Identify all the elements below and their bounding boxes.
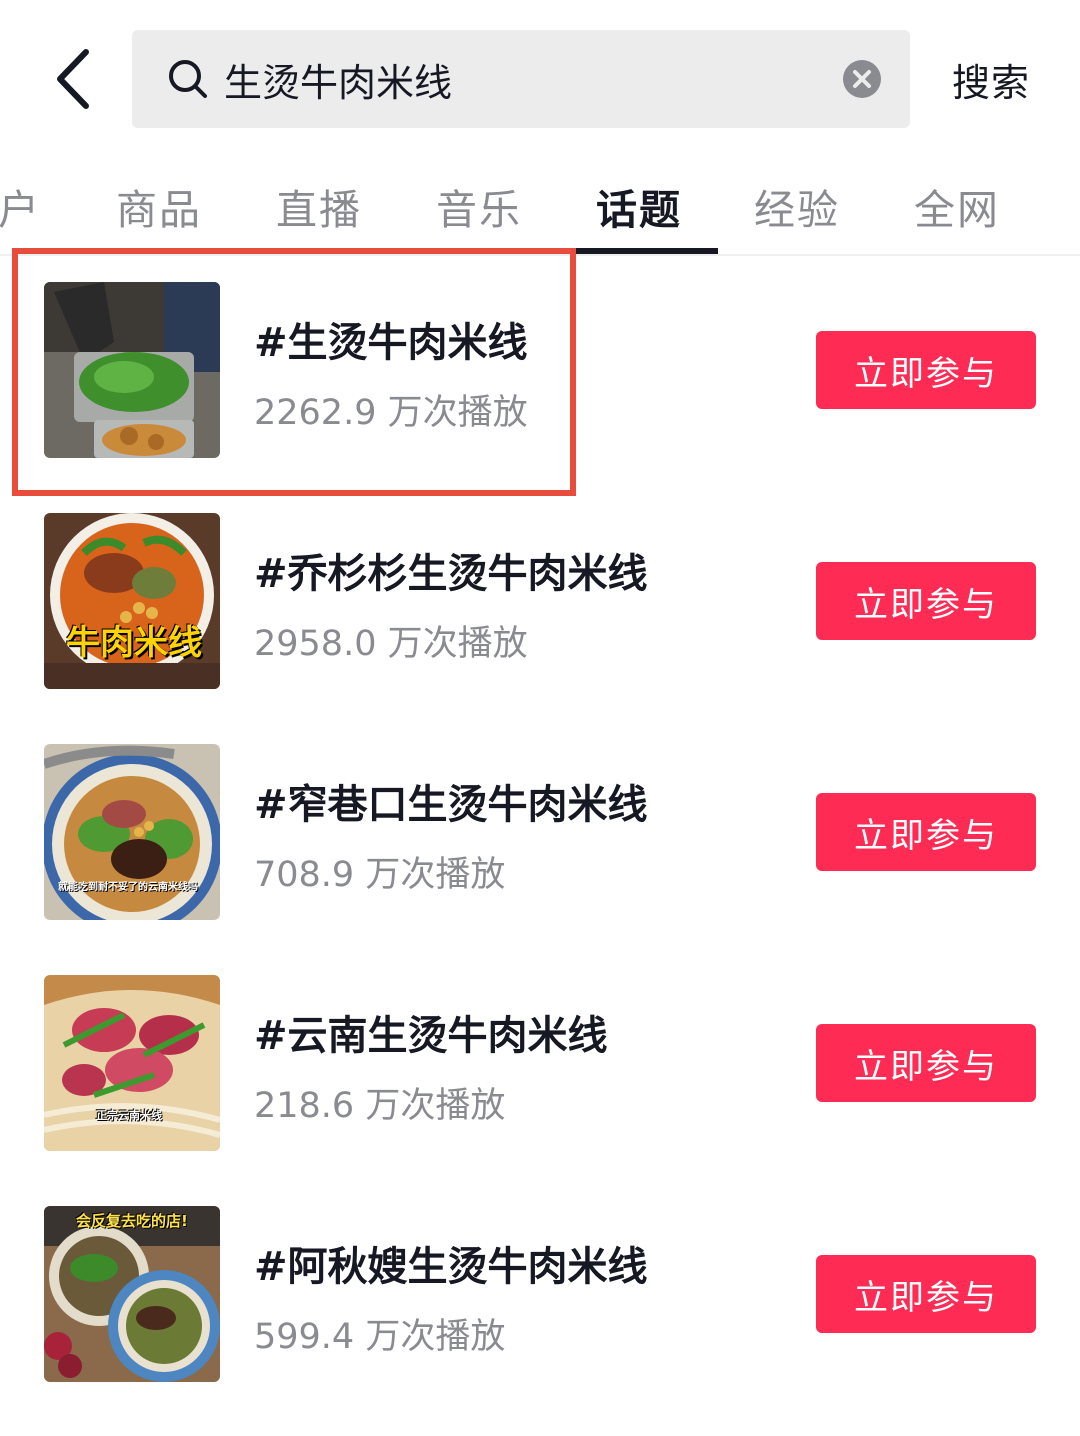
topic-list-item[interactable]: 会反复去吃的店! #阿秋嫂生烫牛肉米线 599.4 万次播放 立即参与 — [0, 1206, 1080, 1436]
topic-thumbnail[interactable]: 正宗云南米线 — [44, 975, 220, 1151]
topic-play-count: 599.4 万次播放 — [254, 1317, 506, 1357]
topic-play-count: 218.6 万次播放 — [254, 1086, 506, 1126]
tab-users[interactable]: 户 — [0, 176, 41, 236]
topic-list-item[interactable]: #生烫牛肉米线 2262.9 万次播放 立即参与 — [0, 282, 1080, 512]
join-button[interactable]: 立即参与 — [816, 793, 1036, 871]
tab-all-web[interactable]: 全网 — [914, 176, 1000, 236]
search-button[interactable]: 搜索 — [952, 52, 1030, 107]
topic-list-item[interactable]: 牛肉米线 #乔杉杉生烫牛肉米线 2958.0 万次播放 立即参与 — [0, 513, 1080, 743]
join-button[interactable]: 立即参与 — [816, 1255, 1036, 1333]
search-input[interactable] — [224, 30, 824, 128]
tab-topics[interactable]: 话题 — [596, 176, 682, 236]
topic-play-count: 708.9 万次播放 — [254, 855, 506, 895]
topic-title[interactable]: #阿秋嫂生烫牛肉米线 — [254, 1234, 648, 1292]
topic-play-count: 2262.9 万次播放 — [254, 393, 528, 433]
chevron-left-icon — [57, 49, 89, 109]
thumbnail-caption: 会反复去吃的店! — [76, 1212, 188, 1230]
topic-thumbnail[interactable]: 牛肉米线 — [44, 513, 220, 689]
thumbnail-caption: 牛肉米线 — [66, 623, 202, 663]
topic-list-item[interactable]: 正宗云南米线 #云南生烫牛肉米线 218.6 万次播放 立即参与 — [0, 975, 1080, 1205]
topic-title[interactable]: #乔杉杉生烫牛肉米线 — [254, 541, 648, 599]
thumbnail-caption: 正宗云南米线 — [96, 1109, 162, 1122]
active-tab-indicator — [570, 248, 718, 254]
tab-music[interactable]: 音乐 — [436, 176, 522, 236]
tab-experience[interactable]: 经验 — [754, 176, 840, 236]
topic-title[interactable]: #生烫牛肉米线 — [254, 310, 528, 368]
topic-list-item[interactable]: 就能吃到耐不妥了的云南米线吗 #窄巷口生烫牛肉米线 708.9 万次播放 立即参… — [0, 744, 1080, 974]
tab-products[interactable]: 商品 — [116, 176, 202, 236]
topic-title[interactable]: #云南生烫牛肉米线 — [254, 1003, 608, 1061]
topic-thumbnail[interactable]: 会反复去吃的店! — [44, 1206, 220, 1382]
tab-live[interactable]: 直播 — [276, 176, 362, 236]
clear-icon[interactable] — [842, 59, 882, 99]
topic-title[interactable]: #窄巷口生烫牛肉米线 — [254, 772, 648, 830]
search-box[interactable] — [132, 30, 910, 128]
topic-thumbnail[interactable] — [44, 282, 220, 458]
join-button[interactable]: 立即参与 — [816, 331, 1036, 409]
join-button[interactable]: 立即参与 — [816, 1024, 1036, 1102]
back-button[interactable] — [46, 44, 106, 114]
search-icon — [169, 60, 207, 98]
thumbnail-caption: 就能吃到耐不妥了的云南米线吗 — [58, 882, 198, 893]
category-tabs: 户 商品 直播 音乐 话题 经验 全网 — [0, 150, 1080, 256]
join-button[interactable]: 立即参与 — [816, 562, 1036, 640]
search-header: 搜索 — [0, 0, 1080, 150]
topic-play-count: 2958.0 万次播放 — [254, 624, 528, 664]
topic-thumbnail[interactable]: 就能吃到耐不妥了的云南米线吗 — [44, 744, 220, 920]
